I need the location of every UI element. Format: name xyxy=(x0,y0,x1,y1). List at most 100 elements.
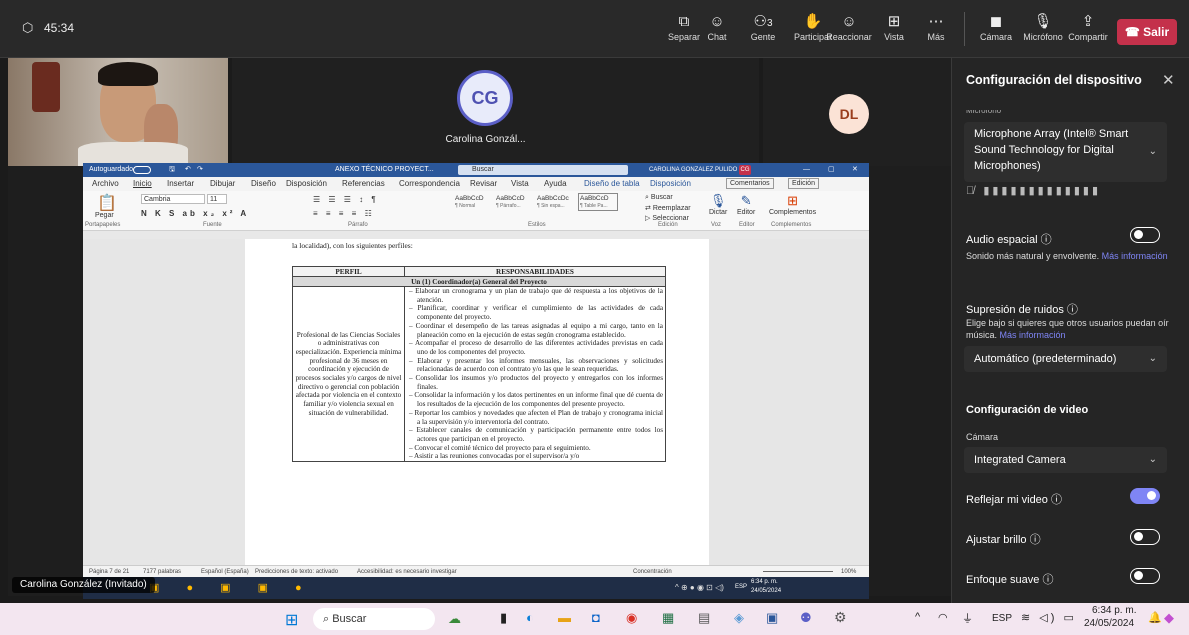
info-icon[interactable]: ⓘ xyxy=(1041,234,1052,246)
usb-icon[interactable]: ⏚ xyxy=(962,610,973,626)
soft-focus-toggle[interactable] xyxy=(1130,568,1160,584)
share-button[interactable]: ⇪ Compartir xyxy=(1062,12,1114,42)
menu-disposicion-tabla[interactable]: Disposición xyxy=(650,177,691,191)
excel-icon[interactable]: ▦ xyxy=(662,610,674,626)
ruler[interactable] xyxy=(83,231,869,239)
camera-select[interactable]: Integrated Camera ⌄ xyxy=(964,447,1167,473)
noise-suppression-label: Supresión de ruidos ⓘ xyxy=(966,304,1078,316)
paint-icon[interactable]: ◈ xyxy=(734,610,744,626)
status-predictions[interactable]: Predicciones de texto: activado xyxy=(255,566,338,577)
minimize-icon[interactable]: — xyxy=(803,163,810,177)
style-table-paragraph[interactable]: AaBbCcD ¶ Table Pa... xyxy=(578,193,618,211)
focus-button[interactable]: Concentración xyxy=(633,566,672,577)
replace-button[interactable]: ⇄ Reemplazar xyxy=(645,204,691,212)
status-language[interactable]: Español (España) xyxy=(201,566,249,577)
paragraph-buttons[interactable]: ☰ ☰ ☰ ↕ ¶ xyxy=(313,195,379,204)
maximize-icon[interactable]: ▢ xyxy=(828,163,835,177)
noise-select[interactable]: Automático (predeterminado) ⌄ xyxy=(964,346,1167,372)
dictate-button[interactable]: 🎙 Dictar xyxy=(709,193,727,216)
autosave-toggle[interactable] xyxy=(133,166,151,174)
paste-icon[interactable]: 📋 xyxy=(97,193,117,213)
menu-vista[interactable]: Vista xyxy=(511,177,529,191)
camera-button[interactable]: ◼ Cámara xyxy=(970,12,1022,42)
copilot-icon[interactable]: ◐ xyxy=(526,610,534,625)
comments-button[interactable]: Comentarios xyxy=(726,178,774,189)
language-indicator[interactable]: ESP xyxy=(992,613,1012,624)
redo-icon[interactable]: ↷ xyxy=(197,163,203,177)
more-button[interactable]: ⋯ Más xyxy=(910,12,962,42)
chrome-icon[interactable]: ◉ xyxy=(626,610,637,626)
network-icon[interactable]: ◠ xyxy=(938,611,948,624)
microphone-select[interactable]: Microphone Array (Intel® Smart Sound Tec… xyxy=(964,122,1167,182)
close-icon[interactable]: ✕ xyxy=(852,163,858,177)
mirror-video-toggle[interactable] xyxy=(1130,488,1160,504)
style-sin-espaciado[interactable]: AaBbCcDc ¶ Sin espa... xyxy=(537,195,577,209)
copilot-tray-icon[interactable]: ◆ xyxy=(1164,610,1174,626)
outlook-icon[interactable]: ◘ xyxy=(592,610,600,625)
menu-inicio[interactable]: Inicio xyxy=(133,177,152,191)
menu-diseno[interactable]: Diseño xyxy=(251,177,276,191)
format-buttons[interactable]: N K S ab x₂ x² A xyxy=(141,209,249,218)
leave-button[interactable]: ☎ Salir xyxy=(1117,19,1177,45)
menu-ayuda[interactable]: Ayuda xyxy=(544,177,567,191)
editing-button[interactable]: Edición xyxy=(788,178,819,189)
find-button[interactable]: ⌕ Buscar xyxy=(645,194,673,202)
editor-button[interactable]: ✎ Editor xyxy=(737,193,755,216)
user-avatar[interactable]: CG xyxy=(739,165,751,175)
spatial-audio-toggle[interactable] xyxy=(1130,227,1160,243)
info-icon[interactable]: ⓘ xyxy=(1051,494,1062,506)
font-size-select[interactable]: 11 xyxy=(207,194,227,204)
info-icon[interactable]: ⓘ xyxy=(1042,574,1053,586)
people-button[interactable]: ⚇3 Gente xyxy=(737,12,789,42)
taskview-icon[interactable]: ▮ xyxy=(500,610,507,626)
noise-more-link[interactable]: Más información xyxy=(1000,330,1066,340)
explorer-icon[interactable]: ▬ xyxy=(558,610,571,625)
font-name-select[interactable]: Cambria xyxy=(141,194,205,204)
document-page[interactable]: la localidad), con los siguientes perfil… xyxy=(245,239,709,565)
save-icon[interactable]: 🖫 xyxy=(169,163,175,177)
undo-icon[interactable]: ↶ xyxy=(185,163,191,177)
notification-bell-icon[interactable]: 🔔 xyxy=(1148,611,1162,624)
chat-button[interactable]: ☺ Chat xyxy=(691,12,743,42)
clock-time[interactable]: 6:34 p. m. xyxy=(1092,605,1136,616)
menu-diseno-tabla[interactable]: Diseño de tabla xyxy=(584,177,640,191)
status-page[interactable]: Página 7 de 21 xyxy=(89,566,129,577)
menu-archivo[interactable]: Archivo xyxy=(92,177,119,191)
select-button[interactable]: ▷ Seleccionar xyxy=(645,214,689,222)
settings-icon[interactable]: ⚙ xyxy=(834,609,847,626)
close-panel-icon[interactable]: ✕ xyxy=(1162,71,1175,89)
menu-revisar[interactable]: Revisar xyxy=(470,177,497,191)
menu-referencias[interactable]: Referencias xyxy=(342,177,385,191)
addins-button[interactable]: ⊞ Complementos xyxy=(769,193,816,216)
info-icon[interactable]: ⓘ xyxy=(1030,534,1041,546)
menu-dibujar[interactable]: Dibujar xyxy=(210,177,235,191)
word-icon[interactable]: ▣ xyxy=(766,610,778,626)
menu-disposicion[interactable]: Disposición xyxy=(286,177,327,191)
status-words[interactable]: 7177 palabras xyxy=(143,566,181,577)
zoom-level[interactable]: 100% xyxy=(841,566,856,577)
row-subheader: Un (1) Coordinador(a) General del Proyec… xyxy=(292,276,666,287)
brightness-toggle[interactable] xyxy=(1130,529,1160,545)
participant-tile-dl[interactable]: DL xyxy=(763,58,951,166)
word-search-box[interactable]: Buscar xyxy=(458,165,628,175)
menu-insertar[interactable]: Insertar xyxy=(167,177,194,191)
status-accessibility[interactable]: Accesibilidad: es necesario investigar xyxy=(357,566,457,577)
style-parrafo[interactable]: AaBbCcD ¶ Párrafo... xyxy=(496,195,536,209)
participant-tile-cg[interactable]: CG Carolina Gonzál... xyxy=(232,58,759,166)
align-buttons[interactable]: ≡ ≡ ≡ ≡ ☷ xyxy=(313,209,375,218)
wifi-volume-battery-icons[interactable]: ≋ ◁) ▭ xyxy=(1021,611,1077,624)
menu-correspondencia[interactable]: Correspondencia xyxy=(399,177,460,191)
teams-icon[interactable]: ⚉ xyxy=(800,610,812,626)
zoom-slider[interactable] xyxy=(763,571,833,572)
spatial-more-link[interactable]: Más información xyxy=(1102,251,1168,261)
calculator-icon[interactable]: ▤ xyxy=(698,610,710,626)
widgets-icon[interactable]: ☁ xyxy=(448,611,461,627)
windows-start-icon[interactable]: ⊞ xyxy=(285,610,298,630)
taskbar-search[interactable]: ⌕ Buscar xyxy=(313,608,435,630)
info-icon[interactable]: ⓘ xyxy=(1067,304,1078,316)
tray-chevron-icon[interactable]: ^ xyxy=(915,611,920,623)
header-responsabilidades: RESPONSABILIDADES xyxy=(404,266,666,277)
clock-date[interactable]: 24/05/2024 xyxy=(1084,618,1134,629)
style-normal[interactable]: AaBbCcD ¶ Normal xyxy=(455,195,495,209)
hanging-decoration xyxy=(32,62,60,112)
